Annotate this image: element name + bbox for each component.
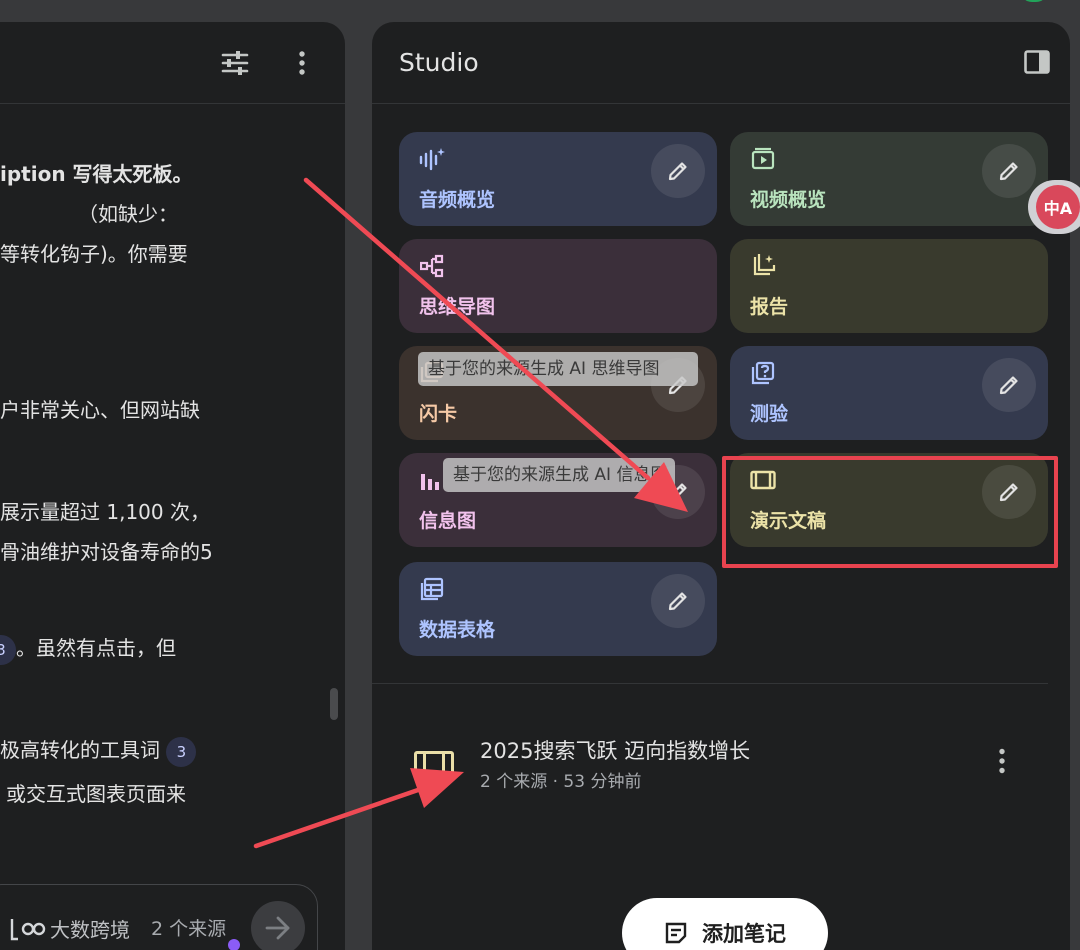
edit-button[interactable] <box>982 358 1036 412</box>
status-indicator <box>1020 0 1048 2</box>
data-table-icon <box>419 576 445 602</box>
card-label: 报告 <box>750 296 789 318</box>
more-vert-icon[interactable] <box>287 48 317 78</box>
arrow-right-icon <box>265 916 290 940</box>
collapse-panel-icon[interactable] <box>1024 50 1050 74</box>
studio-card-video-overview[interactable]: 视频概览 <box>730 132 1048 226</box>
report-sparkle-icon <box>750 253 776 279</box>
studio-card-quiz[interactable]: 测验 <box>730 346 1048 440</box>
translate-badge[interactable]: 中A <box>1028 180 1080 234</box>
pencil-icon <box>999 376 1018 395</box>
studio-card-mind-map[interactable]: 思维导图 <box>399 239 717 333</box>
chat-text-line: （如缺少： <box>78 202 178 226</box>
watermark-text: 大数跨境 <box>50 918 130 942</box>
chat-text-line: iption 写得太死板。 <box>0 162 193 186</box>
send-button[interactable] <box>251 901 305 950</box>
source-count: 2 个来源 <box>151 918 227 940</box>
chat-text-line: 展示量超过 1,100 次， <box>0 500 210 524</box>
citation-badge[interactable]: 3 <box>166 736 197 767</box>
citation-badge[interactable]: 3 <box>0 634 16 665</box>
chat-text-line: 等转化钩子)。你需要 <box>0 242 188 266</box>
tune-icon[interactable] <box>220 48 250 78</box>
pencil-icon <box>668 592 687 611</box>
watermark: 大数跨境 <box>8 914 130 943</box>
watermark-logo-icon <box>10 918 46 940</box>
studio-card-report[interactable]: 报告 <box>730 239 1048 333</box>
card-label: 视频概览 <box>750 189 827 211</box>
tooltip-mind-map: 基于您的来源生成 AI 思维导图 <box>418 352 698 386</box>
audio-waveform-icon <box>419 146 445 172</box>
chat-text-line: 极高转化的工具词 3 <box>0 734 197 767</box>
chat-text-line: 3 。虽然有点击，但 <box>0 632 176 665</box>
card-label: 测验 <box>750 403 789 425</box>
edit-button[interactable] <box>651 574 705 628</box>
tooltip-infographic: 基于您的来源生成 AI 信息图 <box>443 458 675 492</box>
edit-button[interactable] <box>982 144 1036 198</box>
studio-title: Studio <box>399 48 479 77</box>
chat-scrollbar[interactable] <box>330 688 338 720</box>
add-note-label: 添加笔记 <box>702 922 786 946</box>
chat-text-line: 户非常关心、但网站缺 <box>0 398 200 422</box>
chat-panel: iption 写得太死板。 （如缺少： 等转化钩子)。你需要 户非常关心、但网站… <box>0 22 345 950</box>
mind-map-icon <box>419 253 445 279</box>
card-label: 闪卡 <box>419 403 458 425</box>
pencil-icon <box>999 162 1018 181</box>
highlight-box <box>722 456 1058 568</box>
card-label: 信息图 <box>419 510 477 532</box>
note-meta: 2 个来源 · 53 分钟前 <box>480 772 642 792</box>
more-vert-icon[interactable] <box>992 746 1012 776</box>
slides-icon <box>414 751 454 781</box>
video-play-icon <box>750 146 776 172</box>
card-label: 数据表格 <box>419 619 496 641</box>
note-title[interactable]: 2025搜索飞跃 迈向指数增长 <box>480 735 750 765</box>
card-label: 思维导图 <box>419 296 496 318</box>
chat-text-line: 或交互式图表页面来 <box>6 782 186 806</box>
translate-icon: 中A <box>1036 185 1080 229</box>
edit-button[interactable] <box>651 144 705 198</box>
studio-card-audio-overview[interactable]: 音频概览 <box>399 132 717 226</box>
divider <box>372 683 1048 684</box>
quiz-icon <box>750 360 776 386</box>
note-icon <box>665 922 687 944</box>
chat-text-line: 骨油维护对设备寿命的5 <box>0 540 213 564</box>
card-label: 音频概览 <box>419 189 496 211</box>
add-note-button[interactable]: 添加笔记 <box>622 898 828 950</box>
studio-card-data-table[interactable]: 数据表格 <box>399 562 717 656</box>
status-dot <box>228 939 240 950</box>
pencil-icon <box>668 162 687 181</box>
divider <box>372 103 1070 104</box>
chat-header <box>0 22 345 104</box>
infographic-icon <box>419 467 445 493</box>
